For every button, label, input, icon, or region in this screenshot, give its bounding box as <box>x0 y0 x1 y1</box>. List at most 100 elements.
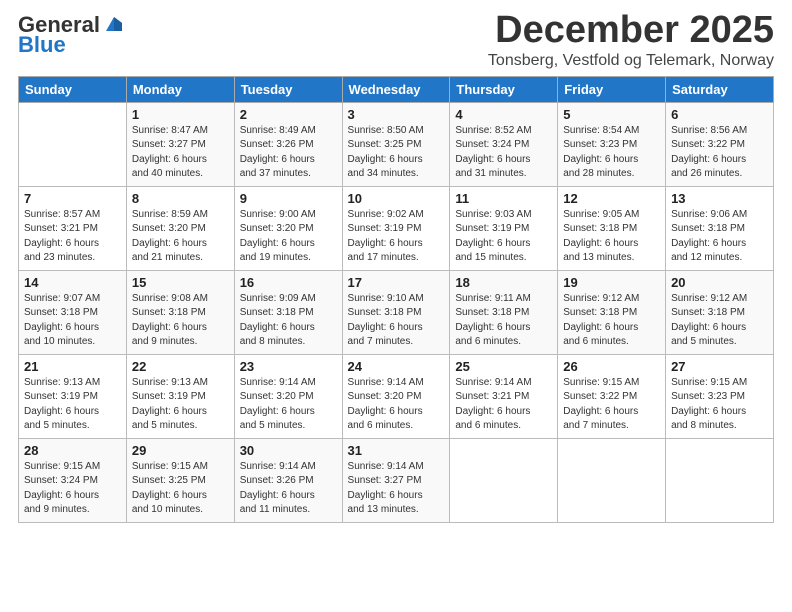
day-number: 23 <box>240 359 337 374</box>
day-info: Sunrise: 8:57 AMSunset: 3:21 PMDaylight:… <box>24 208 121 266</box>
day-cell: 10 Sunrise: 9:02 AMSunset: 3:19 PMDayligh… <box>342 186 450 270</box>
day-cell: 4 Sunrise: 8:52 AMSunset: 3:24 PMDaylight… <box>450 102 558 186</box>
day-info: Sunrise: 9:14 AMSunset: 3:20 PMDaylight:… <box>348 376 445 434</box>
day-number: 10 <box>348 191 445 206</box>
day-info: Sunrise: 8:52 AMSunset: 3:24 PMDaylight:… <box>455 124 552 182</box>
location-title: Tonsberg, Vestfold og Telemark, Norway <box>488 52 774 70</box>
day-cell: 9 Sunrise: 9:00 AMSunset: 3:20 PMDaylight… <box>234 186 342 270</box>
day-cell <box>666 438 774 522</box>
day-cell <box>558 438 666 522</box>
day-cell: 30Sunrise: 9:14 AMSunset: 3:26 PMDayligh… <box>234 438 342 522</box>
day-info: Sunrise: 8:59 AMSunset: 3:20 PMDaylight:… <box>132 208 229 266</box>
day-info: Sunrise: 9:14 AMSunset: 3:27 PMDaylight:… <box>348 460 445 518</box>
day-cell: 1 Sunrise: 8:47 AMSunset: 3:27 PMDaylight… <box>126 102 234 186</box>
header: General Blue December 2025 Tonsberg, Ves… <box>18 10 774 70</box>
day-cell: 14 Sunrise: 9:07 AMSunset: 3:18 PMDayligh… <box>19 270 127 354</box>
day-info: Sunrise: 8:50 AMSunset: 3:25 PMDaylight:… <box>348 124 445 182</box>
day-cell <box>19 102 127 186</box>
day-cell: 18 Sunrise: 9:11 AMSunset: 3:18 PMDayligh… <box>450 270 558 354</box>
day-cell: 24Sunrise: 9:14 AMSunset: 3:20 PMDayligh… <box>342 354 450 438</box>
day-cell: 11Sunrise: 9:03 AMSunset: 3:19 PMDayligh… <box>450 186 558 270</box>
day-number: 29 <box>132 443 229 458</box>
day-info: Sunrise: 8:56 AMSunset: 3:22 PMDaylight:… <box>671 124 768 182</box>
day-number: 22 <box>132 359 229 374</box>
week-row-1: 1 Sunrise: 8:47 AMSunset: 3:27 PMDaylight… <box>19 102 774 186</box>
calendar-table: SundayMondayTuesdayWednesdayThursdayFrid… <box>18 76 774 523</box>
day-number: 3 <box>348 107 445 122</box>
day-cell: 7Sunrise: 8:57 AMSunset: 3:21 PMDaylight… <box>19 186 127 270</box>
col-header-friday: Friday <box>558 76 666 102</box>
day-cell: 5Sunrise: 8:54 AMSunset: 3:23 PMDaylight… <box>558 102 666 186</box>
day-number: 28 <box>24 443 121 458</box>
day-cell: 2 Sunrise: 8:49 AMSunset: 3:26 PMDaylight… <box>234 102 342 186</box>
col-header-wednesday: Wednesday <box>342 76 450 102</box>
day-number: 25 <box>455 359 552 374</box>
logo-blue: Blue <box>18 34 66 56</box>
day-number: 26 <box>563 359 660 374</box>
day-info: Sunrise: 9:07 AMSunset: 3:18 PMDaylight:… <box>24 292 121 350</box>
day-number: 9 <box>240 191 337 206</box>
day-info: Sunrise: 9:14 AMSunset: 3:20 PMDaylight:… <box>240 376 337 434</box>
day-cell: 6 Sunrise: 8:56 AMSunset: 3:22 PMDaylight… <box>666 102 774 186</box>
day-info: Sunrise: 9:13 AMSunset: 3:19 PMDaylight:… <box>24 376 121 434</box>
day-info: Sunrise: 8:47 AMSunset: 3:27 PMDaylight:… <box>132 124 229 182</box>
day-cell: 25 Sunrise: 9:14 AMSunset: 3:21 PMDayligh… <box>450 354 558 438</box>
day-info: Sunrise: 9:10 AMSunset: 3:18 PMDaylight:… <box>348 292 445 350</box>
day-cell: 3 Sunrise: 8:50 AMSunset: 3:25 PMDaylight… <box>342 102 450 186</box>
day-cell: 27Sunrise: 9:15 AMSunset: 3:23 PMDayligh… <box>666 354 774 438</box>
week-row-5: 28 Sunrise: 9:15 AMSunset: 3:24 PMDayligh… <box>19 438 774 522</box>
day-number: 21 <box>24 359 121 374</box>
month-title: December 2025 <box>488 10 774 52</box>
day-info: Sunrise: 9:14 AMSunset: 3:21 PMDaylight:… <box>455 376 552 434</box>
week-row-2: 7Sunrise: 8:57 AMSunset: 3:21 PMDaylight… <box>19 186 774 270</box>
day-info: Sunrise: 9:13 AMSunset: 3:19 PMDaylight:… <box>132 376 229 434</box>
day-cell: 16Sunrise: 9:09 AMSunset: 3:18 PMDayligh… <box>234 270 342 354</box>
day-info: Sunrise: 8:49 AMSunset: 3:26 PMDaylight:… <box>240 124 337 182</box>
day-cell: 13 Sunrise: 9:06 AMSunset: 3:18 PMDayligh… <box>666 186 774 270</box>
col-header-monday: Monday <box>126 76 234 102</box>
day-info: Sunrise: 9:12 AMSunset: 3:18 PMDaylight:… <box>563 292 660 350</box>
day-number: 8 <box>132 191 229 206</box>
day-cell: 12Sunrise: 9:05 AMSunset: 3:18 PMDayligh… <box>558 186 666 270</box>
title-block: December 2025 Tonsberg, Vestfold og Tele… <box>488 10 774 70</box>
day-number: 6 <box>671 107 768 122</box>
day-number: 4 <box>455 107 552 122</box>
day-number: 19 <box>563 275 660 290</box>
day-number: 14 <box>24 275 121 290</box>
day-number: 1 <box>132 107 229 122</box>
day-cell: 26 Sunrise: 9:15 AMSunset: 3:22 PMDayligh… <box>558 354 666 438</box>
day-info: Sunrise: 9:15 AMSunset: 3:22 PMDaylight:… <box>563 376 660 434</box>
day-info: Sunrise: 9:15 AMSunset: 3:23 PMDaylight:… <box>671 376 768 434</box>
col-header-saturday: Saturday <box>666 76 774 102</box>
col-header-tuesday: Tuesday <box>234 76 342 102</box>
day-cell: 23 Sunrise: 9:14 AMSunset: 3:20 PMDayligh… <box>234 354 342 438</box>
day-info: Sunrise: 9:12 AMSunset: 3:18 PMDaylight:… <box>671 292 768 350</box>
day-number: 30 <box>240 443 337 458</box>
week-row-4: 21 Sunrise: 9:13 AMSunset: 3:19 PMDayligh… <box>19 354 774 438</box>
day-cell: 20Sunrise: 9:12 AMSunset: 3:18 PMDayligh… <box>666 270 774 354</box>
day-cell: 29 Sunrise: 9:15 AMSunset: 3:25 PMDayligh… <box>126 438 234 522</box>
day-cell: 31 Sunrise: 9:14 AMSunset: 3:27 PMDayligh… <box>342 438 450 522</box>
col-header-sunday: Sunday <box>19 76 127 102</box>
col-header-thursday: Thursday <box>450 76 558 102</box>
day-info: Sunrise: 9:02 AMSunset: 3:19 PMDaylight:… <box>348 208 445 266</box>
day-info: Sunrise: 9:05 AMSunset: 3:18 PMDaylight:… <box>563 208 660 266</box>
day-number: 2 <box>240 107 337 122</box>
logo-icon <box>102 13 124 35</box>
day-number: 18 <box>455 275 552 290</box>
day-number: 15 <box>132 275 229 290</box>
day-number: 13 <box>671 191 768 206</box>
day-info: Sunrise: 9:00 AMSunset: 3:20 PMDaylight:… <box>240 208 337 266</box>
day-info: Sunrise: 9:15 AMSunset: 3:25 PMDaylight:… <box>132 460 229 518</box>
day-info: Sunrise: 8:54 AMSunset: 3:23 PMDaylight:… <box>563 124 660 182</box>
day-info: Sunrise: 9:15 AMSunset: 3:24 PMDaylight:… <box>24 460 121 518</box>
day-info: Sunrise: 9:09 AMSunset: 3:18 PMDaylight:… <box>240 292 337 350</box>
day-number: 31 <box>348 443 445 458</box>
day-info: Sunrise: 9:11 AMSunset: 3:18 PMDaylight:… <box>455 292 552 350</box>
day-cell: 21 Sunrise: 9:13 AMSunset: 3:19 PMDayligh… <box>19 354 127 438</box>
day-cell: 28 Sunrise: 9:15 AMSunset: 3:24 PMDayligh… <box>19 438 127 522</box>
day-cell: 17Sunrise: 9:10 AMSunset: 3:18 PMDayligh… <box>342 270 450 354</box>
day-info: Sunrise: 9:06 AMSunset: 3:18 PMDaylight:… <box>671 208 768 266</box>
day-cell: 8 Sunrise: 8:59 AMSunset: 3:20 PMDaylight… <box>126 186 234 270</box>
day-cell: 19 Sunrise: 9:12 AMSunset: 3:18 PMDayligh… <box>558 270 666 354</box>
